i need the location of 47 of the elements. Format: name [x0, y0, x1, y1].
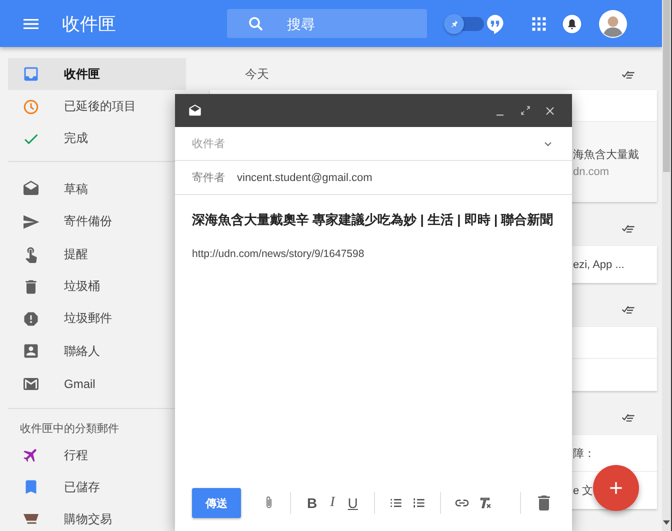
contact-card-icon	[22, 342, 40, 360]
section-title: 收件匣中的分類郵件	[20, 422, 120, 437]
sidebar-item[interactable]: 聯絡人	[8, 335, 186, 368]
search-icon	[247, 15, 265, 33]
sidebar-item[interactable]: 寄件備份	[8, 206, 186, 238]
send-button[interactable]: 傳送	[192, 488, 241, 518]
sidebar-item[interactable]: 已延後的項目	[8, 90, 186, 123]
sidebar-item[interactable]: 完成	[8, 122, 186, 156]
format-button[interactable]: I	[327, 495, 338, 511]
inbox-icon	[22, 65, 40, 84]
sidebar-item[interactable]: 購物交易	[8, 504, 186, 531]
apps-grid-icon[interactable]	[530, 14, 548, 32]
sidebar-item[interactable]: 草稿	[8, 173, 186, 206]
sender-label: 寄件者	[192, 170, 225, 185]
bell-icon[interactable]	[562, 14, 582, 34]
search-field[interactable]: 搜尋	[227, 9, 427, 38]
avatar-icon[interactable]	[599, 10, 627, 38]
email-snippet: dn.com	[573, 166, 610, 178]
pin-icon	[449, 18, 459, 28]
chat-bubble-icon[interactable]	[484, 12, 506, 34]
body-text: http://udn.com/news/story/9/1647598	[192, 248, 366, 260]
close-icon[interactable]	[544, 104, 556, 116]
open-envelope-icon	[188, 104, 202, 118]
format-button[interactable]: U	[344, 495, 361, 511]
scrollbar-thumb[interactable]	[663, 0, 670, 172]
format-button[interactable]: B	[304, 495, 320, 511]
sidebar-item[interactable]: 行程	[8, 438, 186, 472]
date-heading: 今天	[245, 66, 269, 82]
sidebar-item[interactable]: 垃圾郵件	[8, 302, 186, 336]
warning-octagon-icon	[22, 310, 40, 328]
email-snippet: e 文	[573, 484, 594, 498]
subject-text: 深海魚含大量戴奧辛 專家建議少吃為妙 | 生活 | 即時 | 聯合新聞	[192, 211, 554, 229]
email-snippet: 海魚含大量戴	[573, 148, 639, 162]
sidebar-item[interactable]: 提醒	[8, 238, 186, 270]
sidebar-item[interactable]: Gmail	[8, 368, 186, 400]
sidebar-item[interactable]: 收件匣	[8, 58, 186, 90]
paper-plane-icon	[22, 212, 40, 231]
app-title: 收件匣	[62, 12, 116, 36]
scroll-down-arrow-icon[interactable]	[663, 520, 670, 525]
sidebar-item[interactable]: 垃圾桶	[8, 270, 186, 303]
sender-address: vincent.student@gmail.com	[237, 172, 372, 184]
pin-toggle[interactable]	[444, 14, 484, 34]
clock-icon	[22, 98, 40, 116]
email-snippet: 障：	[573, 446, 595, 460]
expand-icon[interactable]	[519, 104, 532, 117]
email-snippet: ezi, App ...	[573, 258, 624, 270]
sidebar-item[interactable]: 已儲存	[8, 471, 186, 504]
